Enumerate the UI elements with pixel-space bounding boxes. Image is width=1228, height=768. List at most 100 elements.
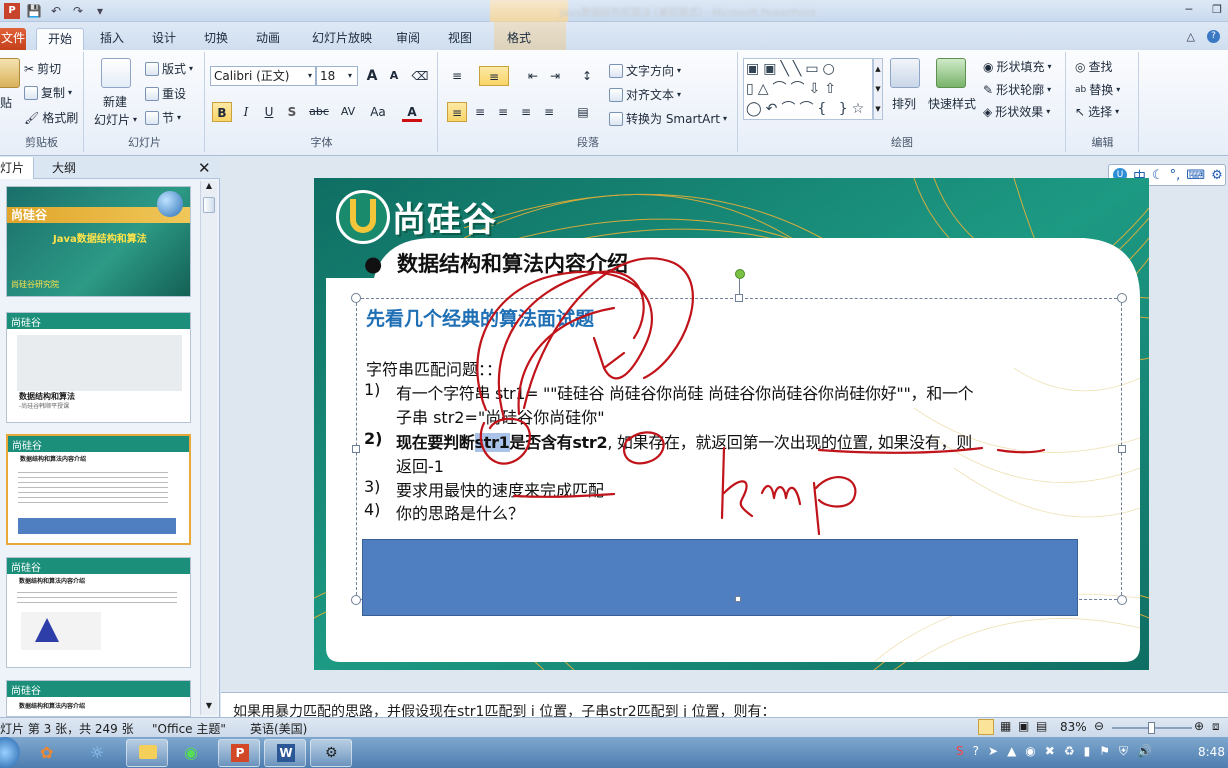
new-slide-label-1[interactable]: 新建	[103, 93, 127, 110]
blue-rectangle-shape[interactable]	[362, 539, 1078, 616]
shape-outline-button[interactable]: ✎ 形状轮廓 ▾	[983, 81, 1051, 98]
decrease-indent-icon[interactable]: ⇤	[523, 66, 543, 86]
slide-sorter-icon[interactable]: ▦	[1000, 719, 1011, 733]
tab-design[interactable]: 设计	[146, 28, 182, 50]
shapes-more-icon[interactable]: ▲ ▼ ▼	[873, 58, 883, 120]
align-right-icon[interactable]: ≡	[493, 102, 513, 122]
change-case-button[interactable]: Aa	[366, 102, 390, 122]
font-size-dropdown-icon[interactable]: ▾	[340, 66, 360, 86]
character-spacing-button[interactable]: AV	[336, 102, 360, 122]
slide-thumbnail-1[interactable]: 尚硅谷 Java数据结构和算法 尚硅谷研究院	[6, 186, 191, 297]
slide-canvas[interactable]: 尚硅谷 ● 数据结构和算法内容介绍 先看几个经典的算法面试题 字符串匹配问题：：…	[314, 178, 1149, 670]
columns-icon[interactable]: ▤	[573, 102, 593, 122]
help-tray-icon[interactable]: ?	[973, 744, 979, 759]
browser-icon[interactable]: ◉	[184, 743, 198, 762]
start-button[interactable]	[0, 737, 20, 768]
undo-icon[interactable]: ↶	[48, 3, 64, 19]
arrange-button[interactable]: 排列	[892, 95, 916, 112]
justify-icon[interactable]: ≡	[516, 102, 536, 122]
resize-handle-n[interactable]	[735, 294, 743, 302]
find-button[interactable]: ◎ 查找	[1075, 58, 1113, 75]
quick-styles-button[interactable]: 快速样式	[928, 95, 976, 112]
strikethrough-button[interactable]: abc	[306, 102, 332, 122]
replace-button[interactable]: ab 替换 ▾	[1075, 81, 1120, 98]
clock[interactable]: 8:48	[1198, 745, 1225, 759]
font-color-button[interactable]: A	[402, 102, 422, 122]
resize-handle-ne[interactable]	[1117, 293, 1127, 303]
tab-slides[interactable]: 灯片	[0, 157, 34, 179]
minimize-ribbon-icon[interactable]: △	[1187, 30, 1195, 43]
shadow-button[interactable]: S	[282, 102, 302, 122]
align-center-icon[interactable]: ≡	[470, 102, 490, 122]
tab-file[interactable]: 文件	[0, 28, 26, 50]
help-icon[interactable]: ?	[1207, 30, 1220, 43]
tab-insert[interactable]: 插入	[94, 28, 130, 50]
clear-format-icon[interactable]: ⌫	[410, 66, 430, 86]
fit-window-icon[interactable]: ⧈	[1212, 719, 1220, 734]
save-icon[interactable]: 💾	[26, 3, 42, 19]
underline-button[interactable]: U	[259, 102, 279, 122]
zoom-in-icon[interactable]: ⊕	[1194, 719, 1204, 733]
slide-thumbnail-2[interactable]: 尚硅谷 数据结构和算法 -尚硅谷韩顺平授课	[6, 312, 191, 423]
resize-handle-sw[interactable]	[351, 595, 361, 605]
sogou-icon[interactable]: S	[956, 744, 964, 759]
bullets-icon[interactable]: ≡	[447, 66, 467, 86]
volume-icon[interactable]: 🔊	[1137, 744, 1152, 759]
reading-view-icon[interactable]: ▣	[1018, 719, 1029, 733]
scroll-down-icon[interactable]: ▼	[202, 701, 216, 715]
increase-indent-icon[interactable]: ⇥	[545, 66, 565, 86]
tab-animations[interactable]: 动画	[250, 28, 286, 50]
360-icon[interactable]: ✿	[40, 743, 53, 762]
update-icon[interactable]: ♻	[1064, 744, 1075, 759]
network-icon[interactable]: ▮	[1084, 744, 1091, 759]
line-spacing-icon[interactable]: ↕	[577, 66, 597, 86]
tab-format[interactable]: 格式	[498, 28, 540, 50]
tab-review[interactable]: 审阅	[390, 28, 426, 50]
distribute-icon[interactable]: ≡	[539, 102, 559, 122]
arrow-tray-icon[interactable]: ➤	[988, 744, 998, 759]
bold-button[interactable]: B	[212, 102, 232, 122]
paste-icon[interactable]	[0, 58, 20, 88]
shape-fill-button[interactable]: ◉ 形状填充 ▾	[983, 58, 1052, 75]
normal-view-icon[interactable]	[978, 719, 994, 735]
tab-transitions[interactable]: 切换	[198, 28, 234, 50]
zoom-out-icon[interactable]: ⊖	[1094, 719, 1104, 733]
language[interactable]: 英语(美国)	[250, 720, 307, 737]
slideshow-icon[interactable]: ▤	[1036, 719, 1047, 733]
shapes-gallery[interactable]: ▣▣╲╲▭○ ▯△⌒⌒⇩⇧ ◯↶⌒⌒{ }☆	[743, 58, 873, 120]
rotation-handle[interactable]	[735, 269, 745, 279]
cut-button[interactable]: ✂ 剪切	[24, 60, 61, 77]
notes-pane[interactable]: 如果用暴力匹配的思路，并假设现在str1匹配到 i 位置，子串str2匹配到 j…	[221, 692, 1228, 718]
tab-outline[interactable]: 大纲	[52, 157, 76, 179]
close-tray-icon[interactable]: ✖	[1045, 744, 1055, 759]
paste-button[interactable]: 贴	[0, 94, 12, 111]
select-button[interactable]: ↖ 选择 ▾	[1075, 103, 1119, 120]
restore-icon[interactable]: ❐	[1212, 3, 1222, 16]
arrange-icon[interactable]	[890, 58, 920, 88]
quick-styles-icon[interactable]	[936, 58, 966, 88]
resize-handle-e[interactable]	[1118, 445, 1126, 453]
powerpoint-app[interactable]: P	[218, 739, 260, 767]
close-icon[interactable]: ✕	[198, 159, 211, 177]
section-button[interactable]: 节 ▾	[145, 109, 181, 126]
layout-button[interactable]: 版式 ▾	[145, 60, 193, 77]
format-painter-button[interactable]: 🖌 格式刷	[24, 109, 78, 126]
ie-icon[interactable]: ☼	[90, 743, 104, 762]
slide-thumbnail-5[interactable]: 尚硅谷 数据结构和算法内容介绍	[6, 680, 191, 717]
numbering-icon[interactable]: ≡	[479, 66, 509, 86]
resize-handle-w[interactable]	[352, 445, 360, 453]
tool-app[interactable]: ⚙	[310, 739, 352, 767]
align-text-button[interactable]: 对齐文本 ▾	[609, 86, 681, 103]
explorer-app[interactable]	[126, 739, 168, 767]
grow-font-button[interactable]: A	[362, 66, 382, 86]
powerpoint-app-icon[interactable]: P	[4, 3, 20, 19]
new-slide-label-2[interactable]: 幻灯片 ▾	[94, 111, 137, 128]
tab-home[interactable]: 开始	[36, 28, 84, 50]
minimize-icon[interactable]: ─	[1186, 3, 1193, 16]
tab-view[interactable]: 视图	[442, 28, 478, 50]
resize-handle-s[interactable]	[735, 596, 741, 602]
smartart-button[interactable]: 转换为 SmartArt ▾	[609, 110, 727, 127]
align-left-icon[interactable]: ≡	[447, 102, 467, 122]
resize-handle-nw[interactable]	[351, 293, 361, 303]
italic-button[interactable]: I	[236, 102, 256, 122]
